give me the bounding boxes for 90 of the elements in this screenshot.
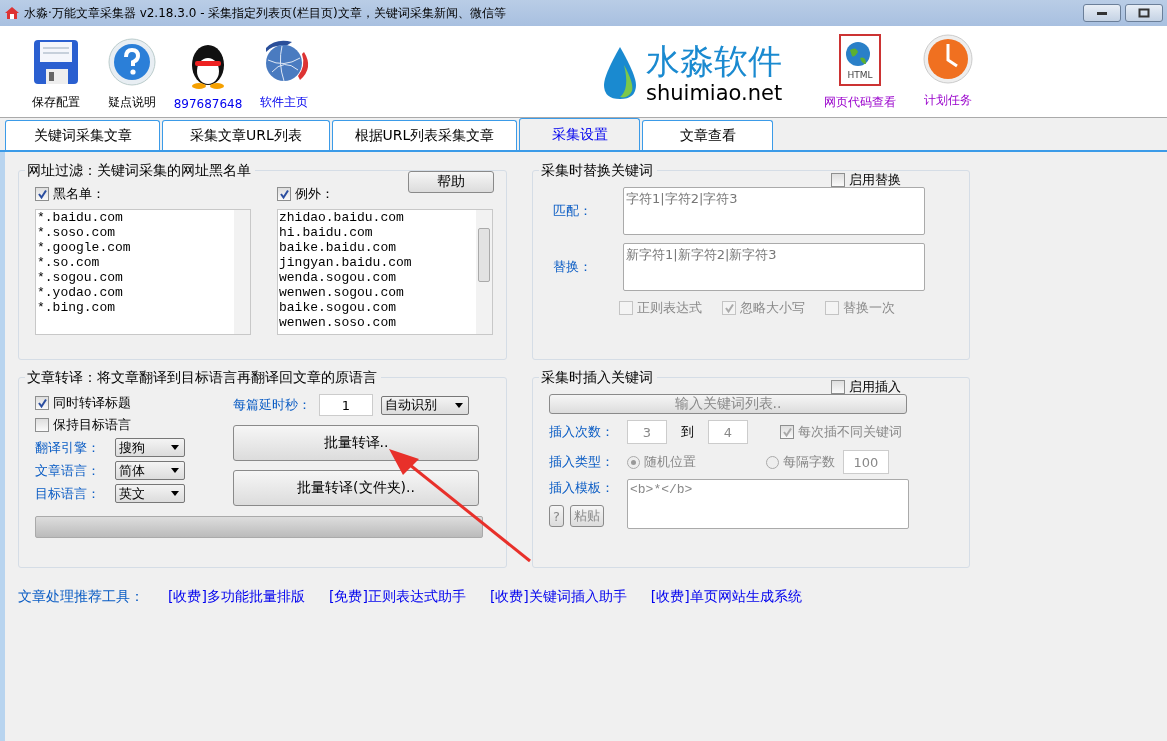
toolbar-label: 保存配置 <box>32 94 80 111</box>
checkbox-label: 正则表达式 <box>637 299 702 317</box>
text-area[interactable]: zhidao.baidu.com hi.baidu.com baike.baidu.com jingyan.baidu.com wenda.sogou.com wenwen.sogou.com baike.sogou.com wenwen.soso.com <box>277 209 493 335</box>
dropdown[interactable]: 英文 <box>115 484 185 503</box>
checkbox-label: 启用插入 <box>849 378 901 396</box>
toolbar-label[interactable]: 计划任务 <box>924 92 973 109</box>
translate-button[interactable]: 批量转译(文件夹).. <box>233 470 479 506</box>
house-icon <box>4 5 20 21</box>
dropdown[interactable]: 搜狗 <box>115 438 185 457</box>
number-field[interactable]: 1 <box>319 394 373 416</box>
help-icon[interactable] <box>108 38 156 86</box>
text-area[interactable]: 新字符1|新字符2|新字符3 <box>623 243 925 291</box>
list-line: *.bing.com <box>37 300 116 315</box>
tab[interactable]: 采集文章URL列表 <box>162 120 330 150</box>
group-title: 采集时替换关键词 <box>539 161 657 179</box>
maximize-button[interactable] <box>1125 4 1163 22</box>
checkbox-label: 同时转译标题 <box>53 394 131 412</box>
field-label: 插入模板： <box>549 479 615 497</box>
tab[interactable]: 文章查看 <box>642 120 773 150</box>
list-line: *.so.com <box>37 255 101 270</box>
checkbox[interactable] <box>831 173 845 187</box>
logo-name: 水淼软件 <box>646 41 783 81</box>
field-label: 文章语言： <box>35 461 101 480</box>
caret-icon <box>171 468 179 473</box>
checkbox[interactable] <box>35 396 49 410</box>
scrollbar[interactable] <box>476 210 492 334</box>
checkbox[interactable] <box>277 187 291 201</box>
list-line: baike.sogou.com <box>279 300 398 315</box>
tool-link[interactable]: [收费]关键词插入助手 <box>489 588 627 606</box>
checkbox-label: 每次插不同关键词 <box>798 423 902 441</box>
dropdown[interactable]: 简体 <box>115 461 185 480</box>
field-label: 匹配： <box>552 202 593 220</box>
translate-button[interactable]: 批量转译.. <box>233 425 479 461</box>
toolbar-label[interactable]: 897687648 <box>173 97 243 111</box>
caret-icon <box>171 445 179 450</box>
toolbar-label: 疑点说明 <box>108 94 156 111</box>
dropdown[interactable]: 自动识别 <box>381 395 469 415</box>
tool-link[interactable]: [收费]多功能批量排版 <box>168 588 305 606</box>
tab[interactable]: 根据URL列表采集文章 <box>332 120 517 150</box>
html-document-icon[interactable]: HTML <box>838 34 883 86</box>
list-line: *.google.com <box>37 240 132 255</box>
field-label: 插入类型： <box>549 453 615 471</box>
maximize-icon <box>1138 8 1150 18</box>
field-label: 每篇延时秒： <box>233 396 311 414</box>
help-button[interactable]: 帮助 <box>408 171 494 193</box>
checkbox[interactable] <box>35 187 49 201</box>
group-title: 网址过滤：关键词采集的网址黑名单 <box>25 161 255 179</box>
logo-domain: shuimiao.net <box>646 81 783 105</box>
range-label: 到 <box>681 423 694 441</box>
field-label: 替换： <box>552 258 593 276</box>
list-line: hi.baidu.com <box>279 225 374 240</box>
field-label: 翻译引擎： <box>35 438 101 457</box>
caret-icon <box>171 491 179 496</box>
radio-label: 随机位置 <box>644 453 696 471</box>
window-title: 水淼·万能文章采集器 v2.18.3.0 - 采集指定列表页(栏目页)文章，关键词采集新闻、微信等 <box>24 4 506 22</box>
scrollbar[interactable] <box>234 210 250 334</box>
checkbox-label: 例外： <box>295 185 334 203</box>
toolbar-label[interactable]: 软件主页 <box>260 94 308 111</box>
minimize-icon <box>1096 10 1108 16</box>
checkbox-label: 黑名单： <box>53 185 105 203</box>
checkbox[interactable] <box>35 418 49 432</box>
tool-link[interactable]: [收费]单页网站生成系统 <box>650 588 802 606</box>
clock-icon[interactable] <box>923 34 974 84</box>
group-title: 采集时插入关键词 <box>539 368 657 386</box>
toolbar-label[interactable]: 网页代码查看 <box>824 94 897 111</box>
radio-label: 每隔字数 <box>783 453 835 471</box>
list-line: wenwen.sogou.com <box>279 285 405 300</box>
text-area[interactable]: 字符1|字符2|字符3 <box>623 187 925 235</box>
field-label: 插入次数： <box>549 423 615 441</box>
list-line: wenwen.soso.com <box>279 315 398 330</box>
checkbox-label: 忽略大小写 <box>740 299 805 317</box>
checkbox-label: 启用替换 <box>849 171 901 189</box>
list-line: jingyan.baidu.com <box>279 255 413 270</box>
list-line: *.yodao.com <box>37 285 124 300</box>
group-title: 文章转译：将文章翻译到目标语言再翻译回文章的原语言 <box>25 368 381 386</box>
list-line: zhidao.baidu.com <box>279 210 405 225</box>
caret-icon <box>455 402 463 408</box>
list-line: *.baidu.com <box>37 210 124 225</box>
list-line: wenda.sogou.com <box>279 270 398 285</box>
recommend-label: 文章处理推荐工具： <box>18 588 144 606</box>
tab[interactable]: 采集设置 <box>519 118 640 150</box>
field-label: 目标语言： <box>35 484 101 503</box>
list-line: baike.baidu.com <box>279 240 398 255</box>
minimize-button[interactable] <box>1083 4 1121 22</box>
checkbox-label: 保持目标语言 <box>53 416 131 434</box>
tool-link[interactable]: [免费]正则表达式助手 <box>328 588 466 606</box>
list-line: *.soso.com <box>37 225 116 240</box>
tab[interactable]: 关键词采集文章 <box>5 120 160 150</box>
list-line: *.sogou.com <box>37 270 124 285</box>
text-area[interactable]: *.baidu.com *.soso.com *.google.com *.so.com *.sogou.com *.yodao.com *.bing.com <box>35 209 251 335</box>
